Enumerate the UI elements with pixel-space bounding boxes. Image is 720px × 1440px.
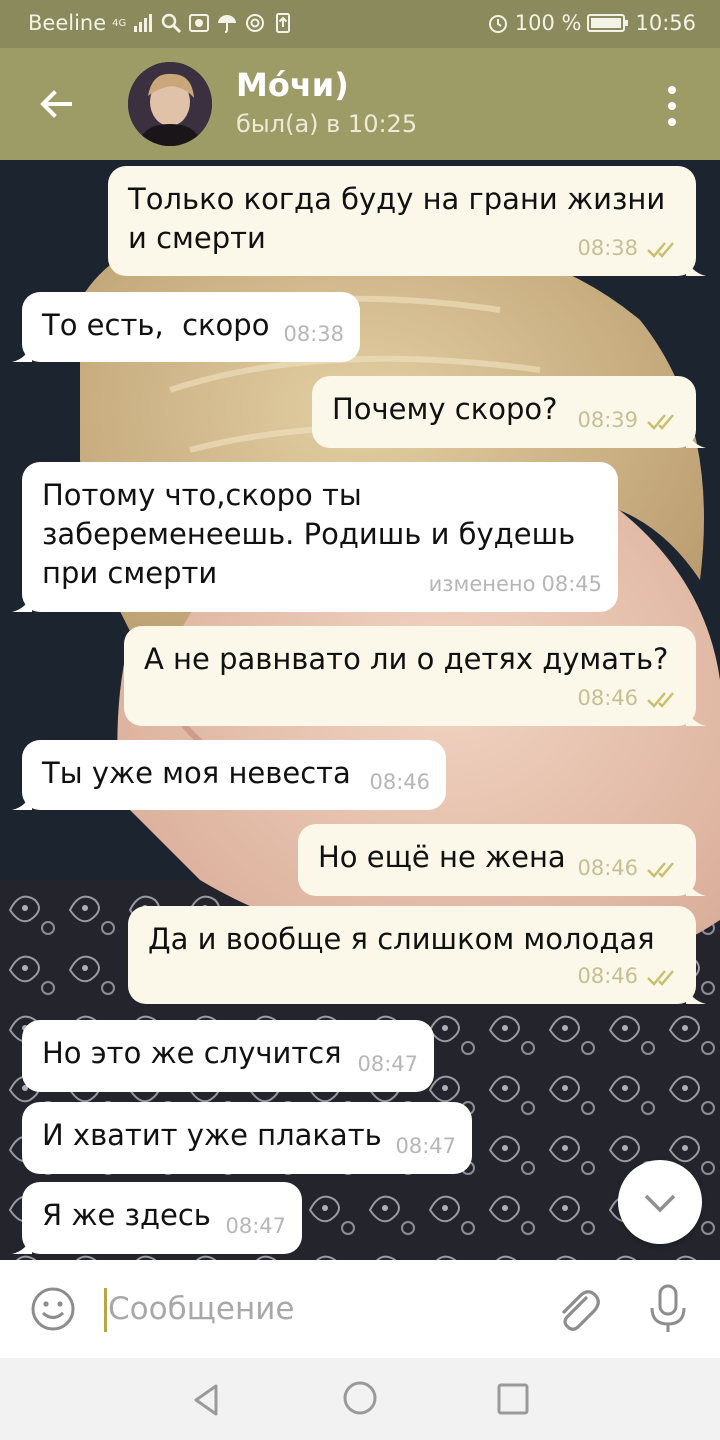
message-meta: 08:46 [369, 763, 430, 802]
message-meta: 08:47 [395, 1127, 456, 1166]
attach-icon[interactable] [552, 1284, 602, 1334]
message-input[interactable] [108, 1282, 528, 1336]
bubble-tail [686, 428, 706, 448]
back-arrow-icon[interactable] [30, 78, 82, 130]
double-check-icon [647, 691, 674, 708]
battery-percent: 100 % [514, 11, 582, 35]
message-meta: изменено 08:45 [429, 565, 602, 604]
message-text: И хватит уже плакать [42, 1118, 382, 1152]
search-icon [162, 13, 182, 34]
message-time: 08:46 [577, 964, 638, 988]
message-text: Да и вообще я слишком молодая [148, 922, 655, 956]
message-text: А не равнвато ли о детях думать? [144, 642, 669, 676]
message-time: 08:46 [369, 770, 430, 794]
message-bubble-incoming[interactable]: Но это же случится 08:47 [22, 1020, 434, 1092]
system-nav-bar [0, 1358, 720, 1440]
bubble-tail [686, 706, 706, 726]
bubble-tail [686, 876, 706, 896]
network-type: 4G [112, 17, 127, 29]
message-meta: 08:46 [577, 679, 680, 718]
message-bubble-outgoing[interactable]: Только когда буду на грани жизни и смерт… [108, 166, 706, 276]
message-time: 08:39 [577, 408, 638, 432]
emoji-icon[interactable] [28, 1284, 78, 1334]
message-bubble-incoming[interactable]: Потому что,скоро ты забеременеешь. Родиш… [12, 462, 618, 612]
message-meta: 08:47 [357, 1045, 418, 1084]
double-check-icon [647, 413, 674, 430]
gallery-icon [189, 14, 210, 32]
double-check-icon [647, 861, 674, 878]
nav-home-icon[interactable] [340, 1378, 380, 1418]
edited-label: изменено [428, 572, 536, 596]
mic-icon[interactable] [644, 1282, 692, 1336]
message-bubble-incoming[interactable]: Я же здесь 08:47 [12, 1182, 302, 1254]
avatar-image [128, 62, 212, 146]
scroll-down-button[interactable] [618, 1160, 702, 1244]
message-bubble-outgoing[interactable]: Да и вообще я слишком молодая 08:46 [128, 906, 706, 1004]
at-sign-icon [246, 14, 265, 32]
composer-bar [0, 1260, 720, 1358]
message-bubble-incoming[interactable]: Ты уже моя невеста 08:46 [12, 740, 446, 810]
status-right: 100 % 10:56 [487, 11, 696, 35]
message-meta: 08:46 [577, 957, 680, 996]
contact-name[interactable]: Мо́чи) [236, 66, 349, 104]
bubble-tail [12, 790, 32, 810]
message-meta: 08:46 [577, 849, 680, 888]
status-bar: Beeline 4G 100 % 10:56 [0, 0, 720, 48]
clock: 10:56 [635, 11, 696, 35]
message-time: 08:46 [577, 686, 638, 710]
battery-icon [587, 14, 629, 32]
message-meta: 08:38 [577, 229, 680, 268]
bubble-tail [686, 256, 706, 276]
message-meta: 08:38 [283, 315, 344, 354]
message-time: 08:47 [395, 1134, 456, 1158]
message-time: 08:47 [357, 1052, 418, 1076]
chat-header: Мо́чи) был(а) в 10:25 [0, 48, 720, 160]
message-time: 08:46 [577, 856, 638, 880]
text-caret [104, 1288, 107, 1332]
message-text: Ты уже моя невеста [42, 756, 351, 790]
message-bubble-incoming[interactable]: И хватит уже плакать 08:47 [22, 1102, 472, 1174]
carrier-name: Beeline [28, 11, 107, 35]
upload-icon [276, 13, 291, 33]
bubble-tail [12, 592, 32, 612]
bubble-tail [12, 1234, 32, 1254]
message-time: 08:45 [541, 572, 602, 596]
message-bubble-outgoing[interactable]: А не равнвато ли о детях думать? 08:46 [124, 626, 706, 726]
more-vert-icon[interactable] [650, 80, 694, 132]
message-meta: 08:47 [225, 1207, 286, 1246]
nav-recents-icon[interactable] [494, 1380, 532, 1418]
double-check-icon [647, 241, 674, 258]
message-time: 08:47 [225, 1214, 286, 1238]
message-meta: 08:39 [577, 401, 680, 440]
avatar[interactable] [128, 62, 212, 146]
message-bubble-incoming[interactable]: То есть, скоро 08:38 [12, 292, 360, 362]
double-check-icon [647, 969, 674, 986]
umbrella-icon [218, 15, 237, 33]
bubble-tail [12, 342, 32, 362]
chevron-down-icon [644, 1194, 676, 1213]
message-bubble-outgoing[interactable]: Но ещё не жена 08:46 [298, 824, 706, 896]
alarm-icon [488, 15, 507, 33]
message-bubble-outgoing[interactable]: Почему скоро? 08:39 [312, 376, 706, 448]
nav-back-icon[interactable] [186, 1380, 226, 1420]
status-left: Beeline 4G [28, 11, 294, 35]
bubble-tail [686, 984, 706, 1004]
last-seen: был(а) в 10:25 [236, 110, 418, 138]
signal-icon [134, 14, 153, 32]
message-time: 08:38 [577, 236, 638, 260]
message-time: 08:38 [283, 322, 344, 346]
